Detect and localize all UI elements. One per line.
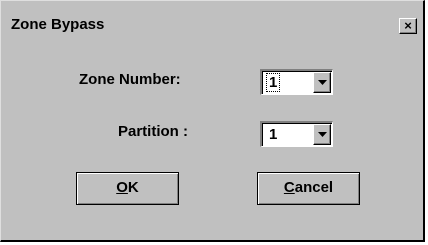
- triangle-down-icon: [318, 80, 327, 85]
- cancel-label-rest: ancel: [294, 179, 334, 196]
- title-bar[interactable]: Zone Bypass ×: [3, 3, 421, 43]
- close-button[interactable]: ×: [399, 18, 417, 34]
- partition-value: 1: [269, 126, 278, 143]
- partition-label: Partition :: [118, 123, 188, 140]
- zone-number-label: Zone Number:: [79, 71, 181, 88]
- close-icon: ×: [404, 18, 412, 33]
- zone-number-select[interactable]: 1: [260, 69, 333, 95]
- partition-dropdown-button[interactable]: [313, 124, 331, 145]
- zone-number-dropdown-button[interactable]: [313, 72, 331, 93]
- triangle-down-icon: [318, 132, 327, 137]
- partition-select[interactable]: 1: [260, 121, 333, 147]
- dialog-title: Zone Bypass: [11, 16, 105, 33]
- cancel-button[interactable]: Cancel: [257, 172, 360, 205]
- cancel-mnemonic: C: [283, 179, 295, 196]
- zone-number-value: 1: [265, 73, 281, 92]
- zone-bypass-dialog: Zone Bypass × Zone Number: 1 Partition :…: [0, 0, 425, 242]
- ok-button[interactable]: OK: [76, 172, 179, 205]
- ok-mnemonic: O: [116, 179, 128, 196]
- ok-label-rest: K: [127, 179, 139, 196]
